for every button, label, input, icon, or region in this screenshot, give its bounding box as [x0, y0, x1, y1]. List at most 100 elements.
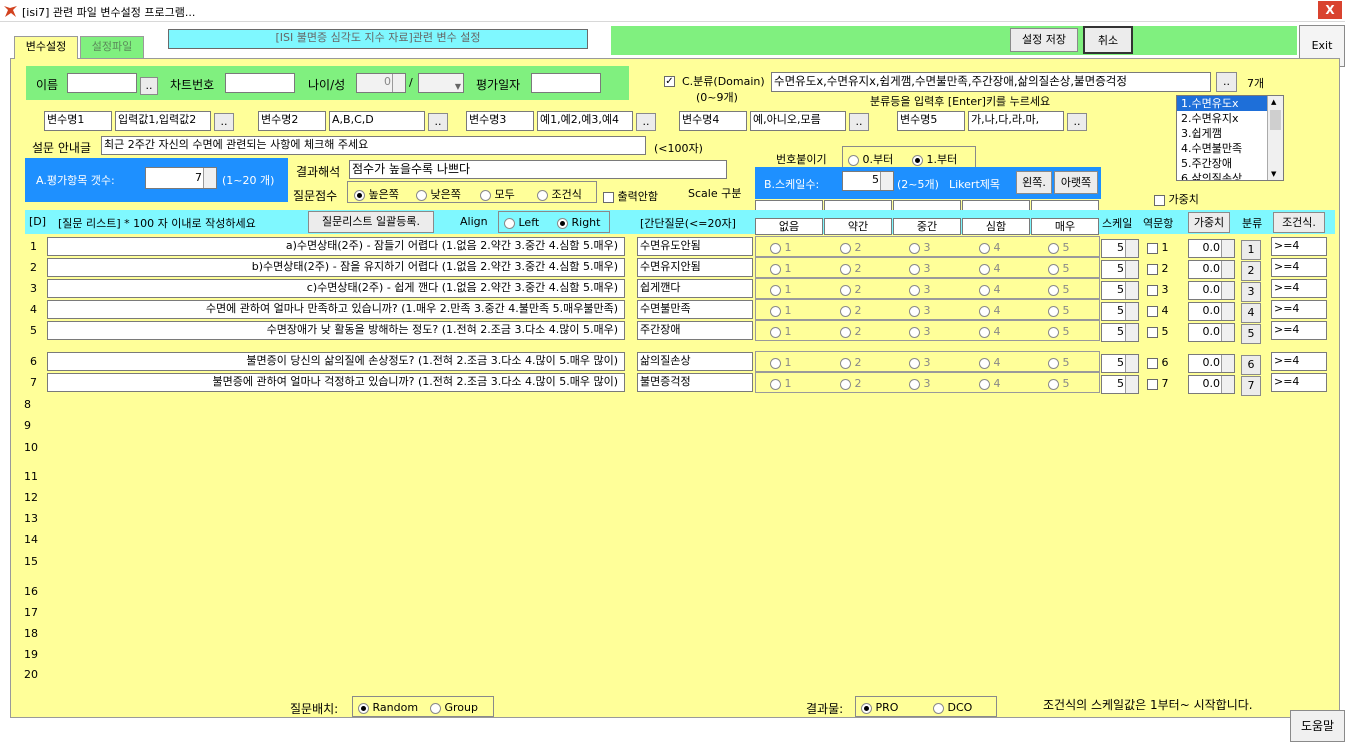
variable-values-5-button[interactable]: ..: [1067, 113, 1087, 131]
scale-radio-option[interactable]: 2: [840, 377, 862, 390]
row-domain-button[interactable]: 7: [1241, 376, 1261, 396]
scale-radio-option[interactable]: 2: [840, 262, 862, 275]
weight-stepper[interactable]: 0.0: [1188, 323, 1235, 342]
scale-radio-option[interactable]: 2: [840, 325, 862, 338]
age-stepper[interactable]: 0: [356, 73, 406, 93]
scale-radio-option[interactable]: 2: [840, 356, 862, 369]
scale-radio-option[interactable]: 4: [979, 283, 1001, 296]
condition-input[interactable]: >=4: [1271, 300, 1327, 319]
reverse-checkbox[interactable]: 4: [1147, 304, 1169, 317]
reverse-checkbox[interactable]: 5: [1147, 325, 1169, 338]
help-button[interactable]: 도움말: [1290, 710, 1345, 742]
short-question-input[interactable]: 쉽게깬다: [637, 279, 753, 298]
output-pro-option[interactable]: PRO: [861, 701, 898, 714]
row-domain-button[interactable]: 6: [1241, 355, 1261, 375]
scale-radio-option[interactable]: 4: [979, 304, 1001, 317]
scroll-down-icon[interactable]: ▼: [1271, 170, 1276, 178]
sex-select[interactable]: ▼: [418, 73, 464, 93]
scale-radio-option[interactable]: 3: [909, 325, 931, 338]
scale-radio-option[interactable]: 5: [1048, 283, 1070, 296]
question-text-input[interactable]: 수면에 관하여 얼마나 만족하고 있습니까? (1.매우 2.만족 3.중간 4…: [47, 300, 625, 319]
variable-values-1-button[interactable]: ..: [214, 113, 234, 131]
scale-radio-option[interactable]: 2: [840, 241, 862, 254]
scale-radio-option[interactable]: 1: [770, 283, 792, 296]
scale-radio-option[interactable]: 2: [840, 304, 862, 317]
variable-name-3[interactable]: 변수명3: [466, 111, 534, 131]
score-option-low[interactable]: 낮은쪽: [416, 186, 461, 202]
row-domain-button[interactable]: 3: [1241, 282, 1261, 302]
variable-name-1[interactable]: 변수명1: [44, 111, 112, 131]
scale-radio-option[interactable]: 5: [1048, 325, 1070, 338]
weight-stepper[interactable]: 0.0: [1188, 302, 1235, 321]
close-window-button[interactable]: X: [1318, 1, 1342, 19]
short-question-input[interactable]: 수면유도안됨: [637, 237, 753, 256]
weight-stepper[interactable]: 0.0: [1188, 239, 1235, 258]
row-scale-stepper[interactable]: 5: [1101, 302, 1139, 321]
guide-input[interactable]: 최근 2주간 자신의 수면에 관련되는 사항에 체크해 주세요: [101, 136, 646, 155]
short-question-input[interactable]: 수면유지안됨: [637, 258, 753, 277]
reverse-checkbox[interactable]: 2: [1147, 262, 1169, 275]
scale-radio-option[interactable]: 3: [909, 262, 931, 275]
save-settings-button[interactable]: 설정 저장: [1010, 28, 1078, 52]
condition-column-button[interactable]: 조건식.: [1273, 212, 1325, 233]
weight-column-button[interactable]: 가중치: [1188, 212, 1230, 233]
condition-input[interactable]: >=4: [1271, 321, 1327, 340]
row-scale-stepper[interactable]: 5: [1101, 354, 1139, 373]
cancel-button[interactable]: 취소: [1083, 26, 1133, 54]
row-scale-stepper[interactable]: 5: [1101, 239, 1139, 258]
scale-radio-option[interactable]: 3: [909, 241, 931, 254]
align-right-option[interactable]: Right: [557, 216, 600, 229]
scale-radio-option[interactable]: 3: [909, 356, 931, 369]
likert-left-button[interactable]: 왼쪽.: [1016, 171, 1052, 194]
weight-stepper[interactable]: 0.0: [1188, 260, 1235, 279]
scale-radio-option[interactable]: 4: [979, 356, 1001, 369]
scale-radio-option[interactable]: 5: [1048, 377, 1070, 390]
domain-lookup-button[interactable]: ..: [1216, 72, 1237, 92]
scale-radio-option[interactable]: 1: [770, 262, 792, 275]
row-domain-button[interactable]: 5: [1241, 324, 1261, 344]
scale-radio-option[interactable]: 1: [770, 325, 792, 338]
likert-below-button[interactable]: 아랫쪽: [1054, 171, 1098, 194]
short-question-input[interactable]: 수면불만족: [637, 300, 753, 319]
chart-number-input[interactable]: [225, 73, 295, 93]
row-scale-stepper[interactable]: 5: [1101, 281, 1139, 300]
scroll-up-icon[interactable]: ▲: [1271, 98, 1276, 106]
score-option-all[interactable]: 모두: [480, 186, 515, 202]
row-domain-button[interactable]: 1: [1241, 240, 1261, 260]
variable-values-3[interactable]: 예1,예2,예3,예4: [537, 111, 633, 131]
domain-list-scrollbar[interactable]: ▲ ▼: [1267, 96, 1283, 180]
short-question-input[interactable]: 삶의질손상: [637, 352, 753, 371]
variable-values-2[interactable]: A,B,C,D: [329, 111, 425, 131]
items-count-stepper[interactable]: 7: [145, 167, 217, 189]
question-text-input[interactable]: 불면증이 당신의 삶의질에 손상정도? (1.전혀 2.조금 3.다소 4.많이…: [47, 352, 625, 371]
variable-name-5[interactable]: 변수명5: [897, 111, 965, 131]
variable-values-5[interactable]: 가,나,다,라,마,: [968, 111, 1064, 131]
reverse-checkbox[interactable]: 6: [1147, 356, 1169, 369]
reverse-checkbox[interactable]: 3: [1147, 283, 1169, 296]
eval-date-input[interactable]: [531, 73, 601, 93]
scale-radio-option[interactable]: 5: [1048, 356, 1070, 369]
name-lookup-button[interactable]: ..: [140, 77, 158, 95]
domain-input[interactable]: 수면유도x,수면유지x,쉽게깸,수면불만족,주간장애,삶의질손상,불면증걱정: [771, 72, 1211, 92]
condition-input[interactable]: >=4: [1271, 352, 1327, 371]
domain-checkbox[interactable]: ✓: [664, 74, 675, 87]
name-input[interactable]: [67, 73, 137, 93]
variable-values-3-button[interactable]: ..: [636, 113, 656, 131]
numbering-option-1[interactable]: 1.부터: [912, 151, 957, 167]
weight-stepper[interactable]: 0.0: [1188, 354, 1235, 373]
row-scale-stepper[interactable]: 5: [1101, 375, 1139, 394]
scale-radio-option[interactable]: 3: [909, 304, 931, 317]
result-input[interactable]: 점수가 높을수록 나쁘다: [349, 160, 727, 179]
question-text-input[interactable]: 불면증에 관하여 얼마나 걱정하고 있습니까? (1.전혀 2.조금 3.다소 …: [47, 373, 625, 392]
numbering-option-0[interactable]: 0.부터: [848, 151, 893, 167]
variable-values-2-button[interactable]: ..: [428, 113, 448, 131]
scale-radio-option[interactable]: 1: [770, 377, 792, 390]
scale-count-stepper[interactable]: 5: [842, 171, 894, 191]
short-question-input[interactable]: 불면증걱정: [637, 373, 753, 392]
variable-values-4[interactable]: 예,아니오,모름: [750, 111, 846, 131]
question-text-input[interactable]: a)수면상태(2주) - 잠들기 어렵다 (1.없음 2.약간 3.중간 4.심…: [47, 237, 625, 256]
question-text-input[interactable]: b)수면상태(2주) - 잠을 유지하기 어렵다 (1.없음 2.약간 3.중간…: [47, 258, 625, 277]
align-left-option[interactable]: Left: [504, 216, 539, 229]
question-text-input[interactable]: c)수면상태(2주) - 쉽게 깬다 (1.없음 2.약간 3.중간 4.심함 …: [47, 279, 625, 298]
weight-stepper[interactable]: 0.0: [1188, 375, 1235, 394]
